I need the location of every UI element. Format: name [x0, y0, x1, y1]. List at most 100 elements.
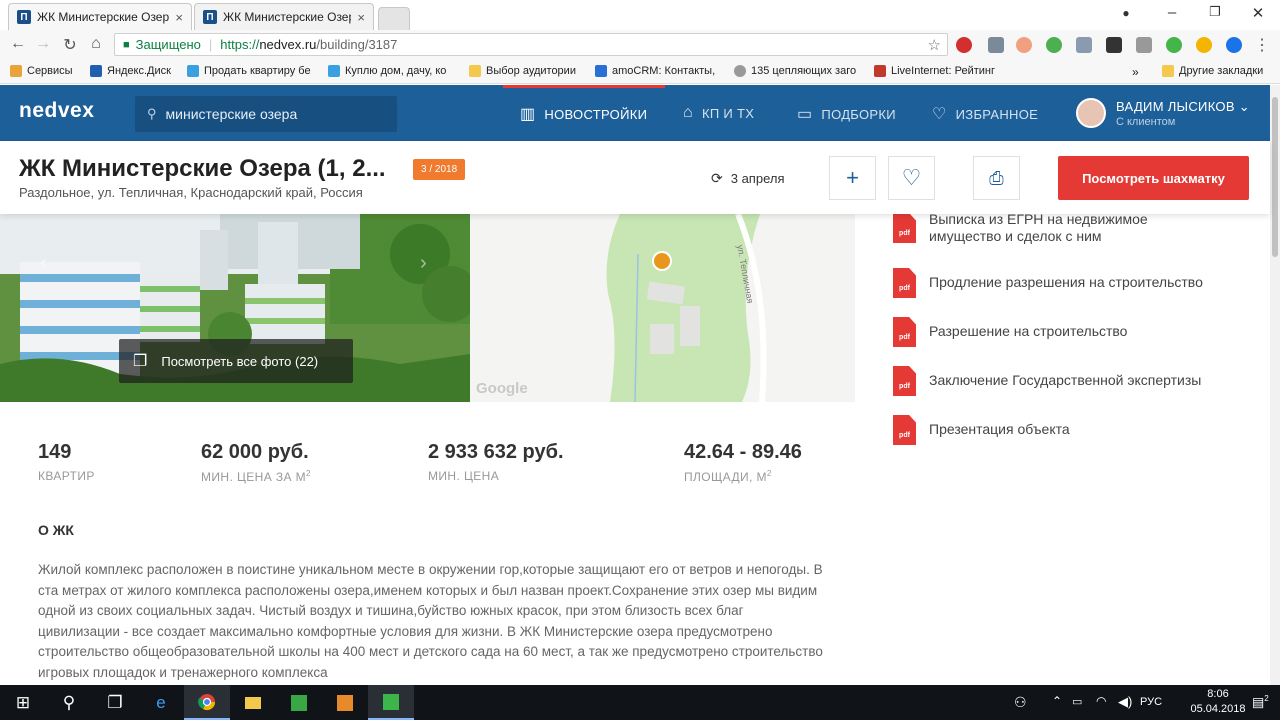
back-icon[interactable]: ← [8, 35, 28, 53]
show-hidden-icons-icon[interactable]: ⌃ [1052, 694, 1062, 708]
media-player-icon[interactable] [322, 685, 368, 720]
chrome-menu-icon[interactable]: ⋮ [1252, 35, 1272, 55]
green-circle-extension-icon[interactable] [1046, 37, 1062, 53]
bookmark-item[interactable]: LiveInternet: Рейтинг [874, 65, 1004, 77]
page-scrollbar[interactable] [1270, 85, 1280, 685]
bookmark-label: Другие закладки [1179, 65, 1264, 77]
bookmark-item[interactable]: 135 цепляющих заго [734, 65, 862, 77]
stat-apartments-value: 149 [38, 441, 72, 463]
close-tab-icon[interactable]: × [175, 10, 183, 25]
windows-start-icon[interactable]: ⊞ [0, 685, 46, 720]
pdf-icon: pdf [893, 213, 916, 243]
stat-min-price-label: МИН. ЦЕНА [428, 469, 500, 483]
clock-time: 8:06 [1207, 688, 1229, 700]
nav-novostroyki[interactable]: ▥ НОВОСТРОЙКИ [520, 104, 647, 124]
file-explorer-icon[interactable] [230, 685, 276, 720]
gallery-icon: ❐ [133, 353, 148, 370]
extension-with-badge-icon[interactable] [1106, 37, 1122, 53]
site-header: nedvex ⚲ ▥ НОВОСТРОЙКИ ⌂ КП И ТХ ▭ ПОДБО… [0, 85, 1270, 141]
site-logo[interactable]: nedvex [19, 99, 94, 123]
browser-tab-1[interactable]: П ЖК Министерские Озер × [8, 3, 192, 30]
document-link[interactable]: pdf Продление разрешения на строительств… [893, 268, 1203, 298]
stat-area-value: 42.64 - 89.46 [684, 441, 802, 463]
view-all-photos-button[interactable]: ❐ Посмотреть все фото (22) [119, 339, 353, 383]
people-icon[interactable]: ⚇ [1014, 694, 1027, 711]
color-wheel-extension-icon[interactable] [1196, 37, 1212, 53]
volume-icon[interactable]: ◀) [1118, 694, 1132, 710]
wifi-icon[interactable]: ◠ [1096, 694, 1106, 708]
profile-icon[interactable]: ● [1114, 6, 1138, 20]
reload-icon[interactable]: ↻ [60, 35, 80, 55]
pdf-icon: pdf [893, 366, 916, 396]
location-map[interactable]: ул. Тепличная Google [470, 214, 855, 402]
site-search-box[interactable]: ⚲ [135, 96, 397, 132]
nav-izbrannoe[interactable]: ♡ ИЗБРАННОЕ [932, 104, 1038, 124]
input-language[interactable]: РУС [1140, 696, 1162, 708]
camtasia-green-icon[interactable] [276, 685, 322, 720]
nedvex-favicon-icon: П [17, 10, 31, 24]
search-icon: ⚲ [147, 106, 157, 121]
battery-icon[interactable]: ▭ [1072, 695, 1082, 708]
document-link[interactable]: pdf Выписка из ЕГРН на недвижимое имущес… [893, 211, 1169, 245]
page-title: ЖК Министерские Озера (1, 2... [19, 155, 386, 182]
restore-icon[interactable]: ❐ [1203, 4, 1227, 20]
favorite-button[interactable]: ♡ [888, 156, 935, 200]
search-icon[interactable]: ⚲ [46, 685, 92, 720]
new-tab-button[interactable] [378, 7, 410, 30]
document-link[interactable]: pdf Презентация объекта [893, 415, 1070, 445]
folder-icon [469, 65, 481, 77]
bookmark-item[interactable]: Куплю дом, дачу, ко [328, 65, 456, 77]
task-view-icon[interactable]: ❐ [92, 685, 138, 720]
screen-extension-icon[interactable] [1136, 37, 1152, 53]
eyedropper-extension-icon[interactable] [988, 37, 1004, 53]
add-button[interactable]: + [829, 156, 876, 200]
next-photo-icon: › [420, 252, 427, 274]
folder-icon: ▭ [797, 106, 813, 123]
mail-extension-icon[interactable] [1076, 37, 1092, 53]
windows-taskbar: ⊞ ⚲ ❐ e ⚇ ⌃ ▭ ◠ ◀) РУС 8:06 05.04.2018 ▤… [0, 685, 1280, 720]
document-link[interactable]: pdf Заключение Государственной экспертиз… [893, 366, 1201, 396]
url-path: /building/3187 [316, 37, 398, 52]
other-bookmarks[interactable]: Другие закладки [1162, 65, 1263, 77]
browser-tab-2[interactable]: П ЖК Министерские Озер × [194, 3, 374, 30]
home-icon[interactable]: ⌂ [86, 35, 106, 53]
nav-kp-i-tx[interactable]: ⌂ КП И ТХ [683, 104, 754, 122]
bookmark-item[interactable]: Выбор аудитории [469, 65, 587, 77]
bookmark-item[interactable]: Яндекс.Диск [90, 65, 180, 77]
address-bar[interactable]: ■ Защищено | https:// nedvex.ru /buildin… [114, 33, 948, 56]
browser-tab-strip: П ЖК Министерские Озер × П ЖК Министерск… [0, 0, 1280, 30]
nav-podborki[interactable]: ▭ ПОДБОРКИ [797, 104, 896, 124]
chrome-taskbar-icon[interactable] [184, 685, 230, 720]
clock[interactable]: 8:06 05.04.2018 [1188, 688, 1248, 715]
search-input[interactable] [165, 106, 386, 122]
omnibox-separator: | [208, 37, 213, 52]
view-all-photos-label: Посмотреть все фото (22) [161, 353, 319, 369]
edge-icon[interactable]: e [138, 685, 184, 720]
bookmark-item[interactable]: Сервисы [10, 65, 86, 77]
bookmark-item[interactable]: amoCRM: Контакты, [595, 65, 721, 77]
print-button[interactable]: ⎙ [973, 156, 1020, 200]
secure-label: Защищено [135, 37, 201, 52]
pdf-icon: pdf [893, 268, 916, 298]
update-date-label: 3 апреля [730, 171, 785, 186]
forward-icon[interactable]: → [33, 35, 53, 53]
bookmarks-overflow-button[interactable]: » [1132, 65, 1139, 79]
close-tab-icon[interactable]: × [357, 10, 365, 25]
stat-apartments-label: КВАРТИР [38, 469, 95, 483]
document-link[interactable]: pdf Разрешение на строительство [893, 317, 1127, 347]
user-menu[interactable]: ВАДИМ ЛЫСИКОВ ⌄ С клиентом [1076, 98, 1250, 128]
avatar [1076, 98, 1106, 128]
adblock-plus-icon[interactable] [956, 37, 972, 53]
chat-extension-icon[interactable] [1166, 37, 1182, 53]
close-window-icon[interactable]: ✕ [1246, 4, 1270, 22]
rss-extension-icon[interactable] [1016, 37, 1032, 53]
notification-center-icon[interactable]: ▤2 [1252, 694, 1269, 710]
bookmark-item[interactable]: Продать квартиру бе [187, 65, 317, 77]
minimize-icon[interactable]: – [1160, 4, 1184, 21]
view-chessboard-button[interactable]: Посмотреть шахматку [1058, 156, 1249, 200]
drive-extension-icon[interactable] [1226, 37, 1242, 53]
scrollbar-thumb[interactable] [1272, 97, 1278, 257]
bookmark-star-icon[interactable]: ☆ [928, 36, 941, 54]
printer-icon: ⎙ [989, 167, 1004, 188]
camtasia-recorder-icon[interactable] [368, 685, 414, 720]
